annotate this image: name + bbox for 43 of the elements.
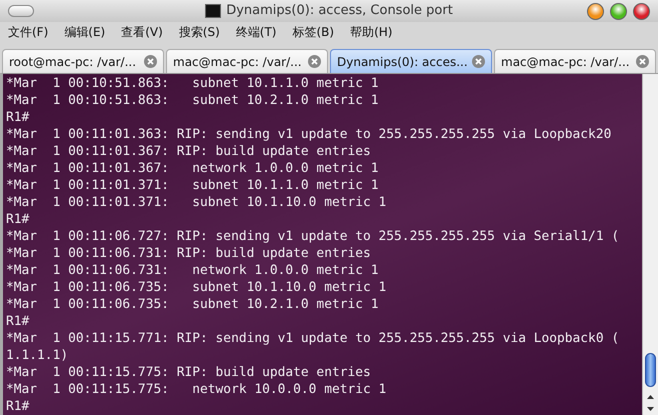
terminal-line: *Mar 1 00:11:15.775: RIP: build update entries (6, 364, 372, 381)
terminal-icon (205, 4, 222, 18)
toolbar-toggle-button[interactable] (8, 5, 34, 17)
maximize-button[interactable] (610, 3, 627, 20)
close-icon[interactable] (472, 55, 485, 68)
menu-item[interactable]: 终端(T) (236, 24, 276, 42)
terminal-line: *Mar 1 00:10:51.863: subnet 10.2.1.0 metric 1 (6, 92, 380, 109)
terminal-line: *Mar 1 00:11:06.735: subnet 10.2.1.0 metric 1 (6, 296, 380, 313)
minimize-button[interactable] (587, 3, 604, 20)
tab[interactable]: mac@mac-pc: /var/... (494, 49, 656, 73)
scrollbar[interactable] (642, 74, 658, 415)
terminal-line: *Mar 1 00:11:15.771: RIP: sending v1 update to 255.255.255.255 via Loopback0 ( (6, 330, 620, 347)
menu-item[interactable]: 帮助(H) (350, 24, 392, 42)
terminal-line: *Mar 1 00:11:15.775: network 10.0.0.0 metric 1 (6, 381, 388, 398)
menu-item[interactable]: 查看(V) (121, 24, 163, 42)
terminal-line: *Mar 1 00:10:51.863: subnet 10.1.1.0 metric 1 (6, 75, 380, 92)
terminal-line: *Mar 1 00:11:06.727: RIP: sending v1 update to 255.255.255.255 via Serial1/1 ( (6, 228, 620, 245)
menu-item[interactable]: 编辑(E) (64, 24, 106, 42)
terminal-line: *Mar 1 00:11:06.731: network 1.0.0.0 metric 1 (6, 262, 380, 279)
tab[interactable]: Dynamips(0): acces... (330, 49, 492, 73)
terminal-line: *Mar 1 00:11:01.367: RIP: build update entries (6, 143, 372, 160)
tab[interactable]: mac@mac-pc: /var/... (166, 49, 328, 73)
terminal-line: R1# (6, 313, 30, 330)
window-title: Dynamips(0): access, Console port (205, 3, 453, 18)
menu-item[interactable]: 文件(F) (8, 24, 48, 42)
terminal-line: *Mar 1 00:11:06.731: RIP: build update entries (6, 245, 372, 262)
close-icon[interactable] (636, 55, 649, 68)
terminal-line: 1.1.1.1) (6, 347, 70, 364)
close-icon[interactable] (308, 55, 321, 68)
close-button[interactable] (633, 3, 650, 20)
terminal-line: R1# (6, 211, 30, 228)
tab[interactable]: root@mac-pc: /var/... (2, 49, 164, 73)
scrollbar-thumb[interactable] (645, 353, 656, 387)
terminal-line: *Mar 1 00:11:01.371: subnet 10.1.1.0 metric 1 (6, 177, 380, 194)
terminal-line: R1# (6, 398, 30, 415)
menu-item[interactable]: 标签(B) (292, 24, 334, 42)
menu-item[interactable]: 搜索(S) (178, 24, 220, 42)
close-icon[interactable] (144, 55, 157, 68)
terminal-line: R1# (6, 109, 30, 126)
terminal-line: *Mar 1 00:11:06.735: subnet 10.1.10.0 metric 1 (6, 279, 388, 296)
terminal-line: *Mar 1 00:11:01.367: network 1.0.0.0 metric 1 (6, 160, 380, 177)
terminal-line: *Mar 1 00:11:01.363: RIP: sending v1 update to 255.255.255.255 via Loopback20 (6, 126, 612, 143)
terminal-line: *Mar 1 00:11:01.371: subnet 10.1.10.0 metric 1 (6, 194, 388, 211)
